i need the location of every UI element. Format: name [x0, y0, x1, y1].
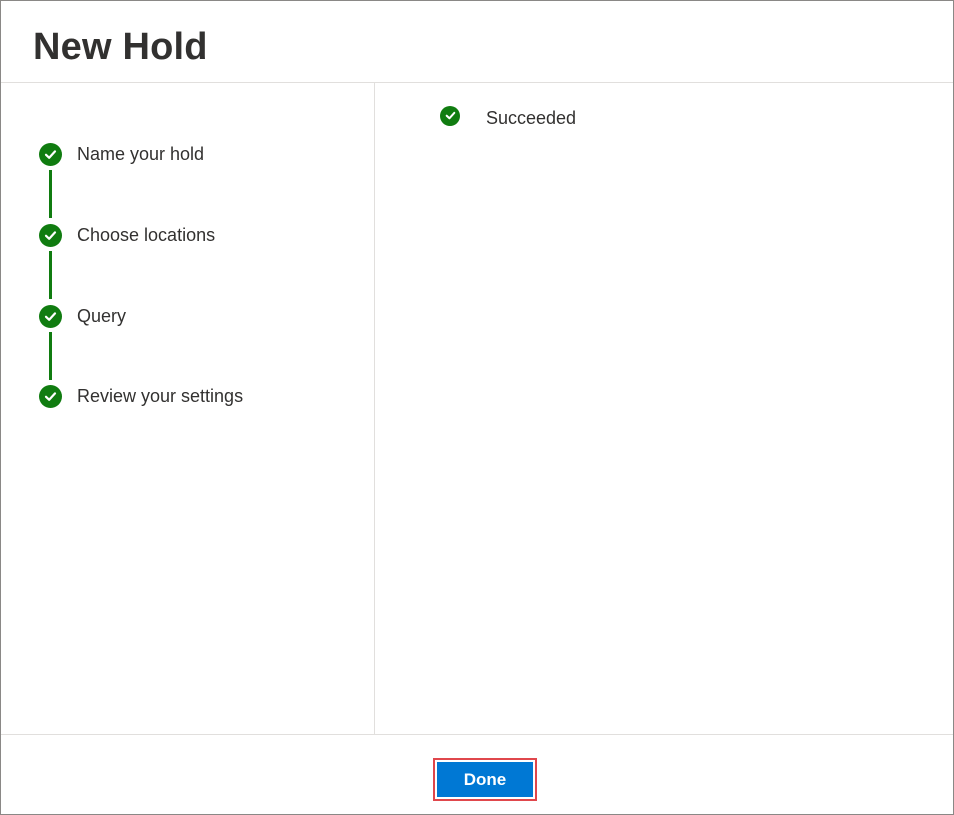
dialog-header: New Hold: [1, 1, 953, 83]
step-label: Choose locations: [77, 224, 216, 245]
step-label: Name your hold: [77, 143, 205, 164]
check-circle-icon: [39, 142, 62, 166]
check-circle-icon: [39, 384, 62, 408]
done-button[interactable]: Done: [437, 762, 533, 797]
wizard-step-query[interactable]: Query: [39, 304, 126, 328]
wizard-step-review-your-settings[interactable]: Review your settings: [39, 384, 243, 408]
check-circle-icon: [39, 223, 62, 247]
check-circle-icon: [39, 304, 62, 328]
done-button-focus-outline: Done: [433, 758, 537, 801]
check-circle-icon: [440, 105, 460, 126]
step-connector: [49, 170, 52, 218]
dialog-footer: Done: [1, 734, 953, 814]
step-connector: [49, 251, 52, 299]
wizard-step-choose-locations[interactable]: Choose locations: [39, 223, 215, 247]
wizard-step-name-your-hold[interactable]: Name your hold: [39, 142, 204, 166]
step-label: Review your settings: [77, 385, 244, 406]
status-label: Succeeded: [486, 108, 577, 128]
status-row: Succeeded: [440, 105, 577, 128]
step-connector: [49, 332, 52, 380]
page-title: New Hold: [33, 26, 208, 68]
step-label: Query: [77, 305, 127, 326]
result-pane: Succeeded: [376, 83, 953, 734]
new-hold-dialog: New Hold Name your hold Choose locations…: [0, 0, 954, 815]
wizard-steps-pane: Name your hold Choose locations Query Re…: [1, 83, 375, 734]
